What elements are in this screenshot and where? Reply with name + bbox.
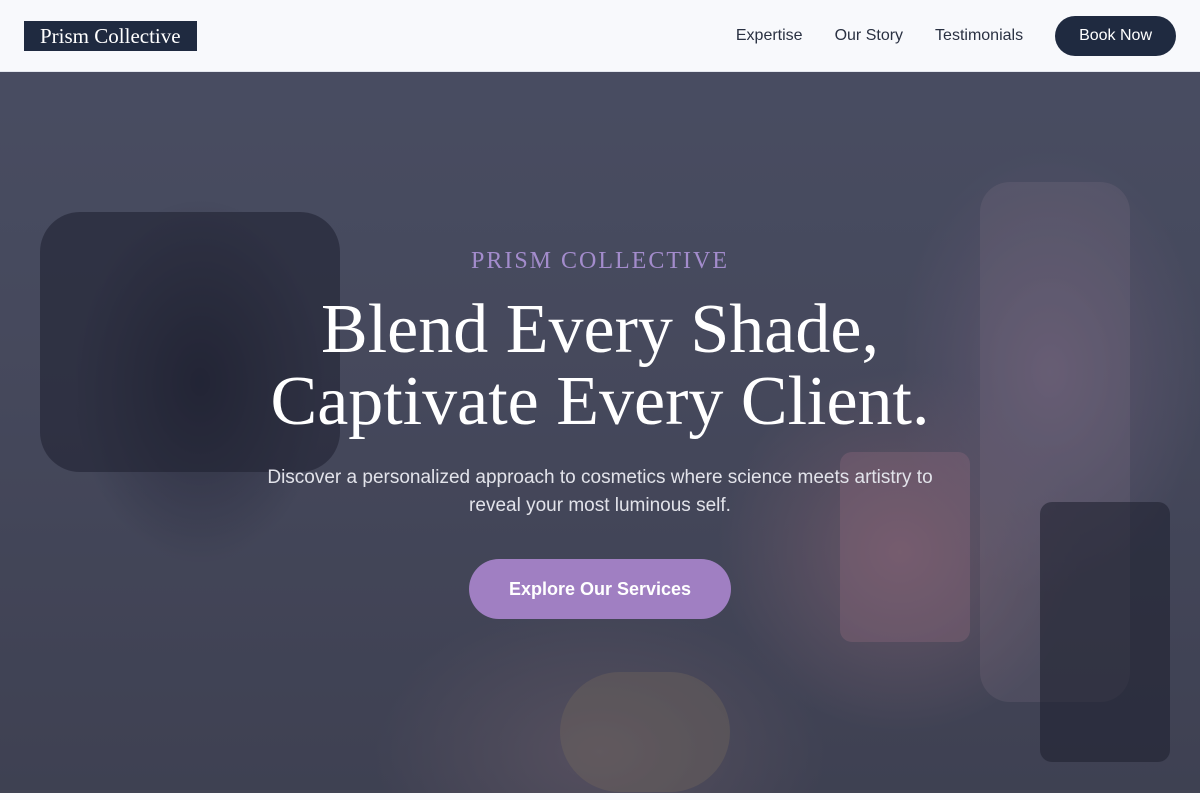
nav-link-testimonials[interactable]: Testimonials <box>935 27 1023 45</box>
brand-logo[interactable]: Prism Collective <box>24 21 197 51</box>
top-navigation-bar: Prism Collective Expertise Our Story Tes… <box>0 0 1200 72</box>
hero-subtext: Discover a personalized approach to cosm… <box>267 467 933 516</box>
page-bottom-edge <box>0 793 1200 800</box>
hero-section: PRISM COLLECTIVE Blend Every Shade, Capt… <box>0 72 1200 793</box>
explore-services-button[interactable]: Explore Our Services <box>469 559 731 619</box>
hero-content: PRISM COLLECTIVE Blend Every Shade, Capt… <box>0 72 1200 793</box>
nav-link-expertise[interactable]: Expertise <box>736 27 803 45</box>
main-nav: Expertise Our Story Testimonials Book No… <box>736 16 1176 56</box>
book-now-button[interactable]: Book Now <box>1055 16 1176 56</box>
hero-headline-line2: Captivate Every Client. <box>270 363 930 440</box>
hero-eyebrow: PRISM COLLECTIVE <box>470 248 729 274</box>
hero-headline: Blend Every Shade, Captivate Every Clien… <box>0 294 1200 438</box>
hero-headline-line1: Blend Every Shade, <box>321 291 879 368</box>
nav-link-our-story[interactable]: Our Story <box>835 27 903 45</box>
